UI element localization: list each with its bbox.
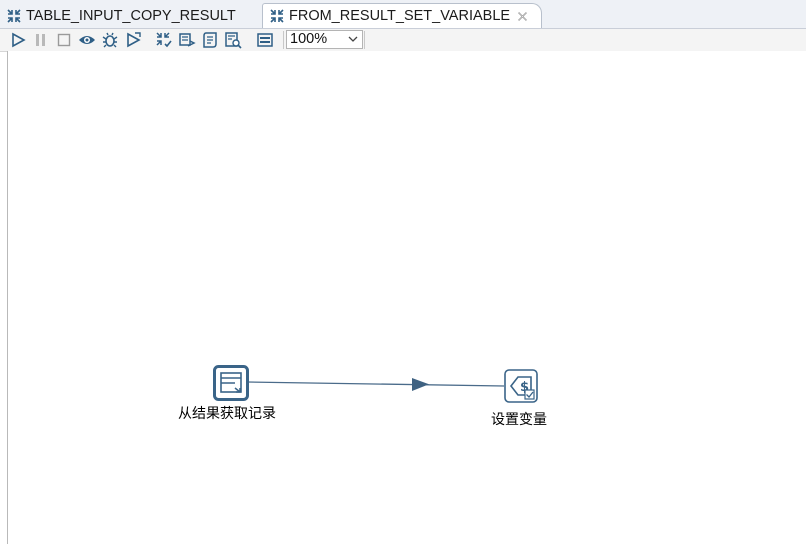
impact-button[interactable]: [178, 31, 196, 49]
chevron-down-icon: [348, 36, 358, 42]
transformation-icon: [7, 8, 21, 23]
transformation-canvas[interactable]: 从结果获取记录 $ 设置变量: [7, 51, 806, 544]
set-variables-icon: $: [504, 369, 538, 403]
transformation-toolbar: 100%: [0, 29, 806, 52]
step-get-rows-from-result[interactable]: [213, 365, 249, 401]
tab-label: TABLE_INPUT_COPY_RESULT: [26, 7, 236, 24]
stop-button[interactable]: [55, 31, 73, 49]
hop-arrow[interactable]: [8, 51, 806, 544]
run-icon: [12, 32, 26, 48]
impact-icon: [179, 33, 196, 47]
stop-icon: [57, 33, 71, 47]
zoom-value: 100%: [290, 31, 328, 47]
explore-db-icon: [225, 32, 242, 49]
step-set-variables[interactable]: $: [504, 369, 538, 403]
verify-button[interactable]: [155, 31, 173, 49]
preview-button[interactable]: [78, 31, 96, 49]
tab-from-result-set-variable[interactable]: FROM_RESULT_SET_VARIABLE: [262, 3, 542, 28]
toolbar-separator: [283, 31, 284, 49]
step-label: 设置变量: [491, 412, 547, 428]
toolbar-separator: [364, 31, 365, 49]
sql-button[interactable]: [201, 31, 219, 49]
explore-db-button[interactable]: [224, 31, 242, 49]
show-results-icon: [257, 33, 273, 47]
sql-icon: [203, 32, 217, 48]
step-label: 从结果获取记录: [178, 406, 276, 422]
get-rows-from-result-icon: [213, 365, 249, 401]
debug-icon: [102, 32, 118, 48]
zoom-select[interactable]: 100%: [286, 30, 363, 49]
pause-button[interactable]: [32, 31, 50, 49]
tab-table-input-copy-result[interactable]: TABLE_INPUT_COPY_RESULT: [0, 3, 262, 28]
tab-label: FROM_RESULT_SET_VARIABLE: [289, 8, 511, 24]
close-icon[interactable]: [517, 11, 528, 22]
debug-button[interactable]: [101, 31, 119, 49]
verify-icon: [156, 32, 172, 48]
preview-icon: [79, 36, 95, 44]
show-results-button[interactable]: [256, 31, 274, 49]
replay-icon: [127, 32, 141, 48]
pause-icon: [36, 34, 45, 46]
replay-button[interactable]: [124, 31, 142, 49]
transformation-icon: [270, 9, 284, 23]
run-button[interactable]: [9, 31, 27, 49]
editor-tab-bar: TABLE_INPUT_COPY_RESULT FROM_RESULT_SET_…: [0, 0, 806, 29]
